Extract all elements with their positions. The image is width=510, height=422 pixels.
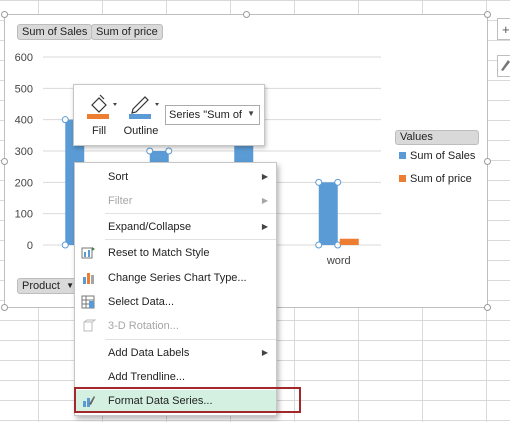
legend-label: Sum of price	[410, 173, 472, 185]
y-tick-label: 0	[27, 240, 33, 252]
menu-item-label: Expand/Collapse	[108, 221, 192, 233]
brush-icon	[501, 60, 510, 71]
submenu-arrow-icon: ▶	[261, 222, 268, 231]
menu-separator	[105, 239, 276, 240]
outline-label: Outline	[123, 125, 159, 137]
resize-handle-top[interactable]	[243, 11, 250, 18]
dropdown-arrow-icon: ▼	[66, 281, 74, 290]
dropdown-arrow-icon: ▼	[247, 109, 255, 118]
paint-bucket-icon	[87, 94, 117, 119]
select-data-icon	[81, 295, 95, 309]
highlight-box	[74, 387, 301, 413]
field-button-product[interactable]: Product ▼	[17, 278, 79, 294]
selection-handle	[61, 241, 69, 249]
legend-title: Values	[395, 130, 479, 145]
legend-swatch	[399, 175, 406, 182]
context-menu: Sort ▶ Filter ▶ Expand/Collapse ▶ Reset …	[74, 162, 277, 416]
menu-item-filter: Filter ▶	[76, 190, 276, 212]
x-tick-label: word	[326, 255, 351, 267]
resize-handle-left[interactable]	[1, 158, 8, 165]
selection-handle	[61, 116, 69, 124]
chart-type-icon	[83, 273, 94, 284]
y-tick-label: 200	[15, 177, 33, 189]
menu-item-sort[interactable]: Sort ▶	[76, 166, 276, 188]
menu-item-label: Filter	[108, 195, 133, 207]
outline-button[interactable]: Outline	[120, 89, 162, 141]
menu-item-add-trendline[interactable]: Add Trendline...	[76, 366, 276, 388]
selection-handle	[315, 241, 323, 249]
menu-item-label: Add Data Labels	[108, 347, 190, 359]
mini-toolbar: Fill Outline Series "Sum of ▼	[73, 84, 265, 146]
selection-handle	[334, 178, 342, 186]
menu-item-label: 3-D Rotation...	[108, 320, 179, 332]
submenu-arrow-icon: ▶	[261, 348, 268, 357]
menu-item-reset-to-match-style[interactable]: Reset to Match Style	[76, 242, 276, 264]
reset-style-icon	[81, 247, 95, 259]
menu-item-label: Add Trendline...	[108, 371, 186, 383]
series-select[interactable]: Series "Sum of ▼	[165, 105, 260, 125]
menu-item-add-data-labels[interactable]: Add Data Labels ▶	[76, 342, 276, 364]
legend-swatch	[399, 152, 406, 159]
resize-handle-top-left[interactable]	[1, 11, 8, 18]
pen-outline-icon	[129, 96, 159, 119]
menu-item-label: Sort	[108, 171, 129, 183]
legend-label: Sum of Sales	[410, 150, 476, 162]
rotation-3d-icon	[83, 319, 96, 332]
resize-handle-right[interactable]	[484, 158, 491, 165]
selection-handle	[315, 178, 323, 186]
fill-label: Fill	[91, 125, 107, 137]
bar-sum-of-price[interactable]	[339, 238, 359, 245]
y-tick-label: 600	[15, 52, 33, 64]
menu-separator	[105, 213, 276, 214]
menu-item-label: Select Data...	[108, 296, 175, 308]
series-select-value: Series "Sum of	[169, 109, 242, 121]
plus-icon: +	[502, 22, 510, 37]
selection-handle	[165, 147, 173, 155]
y-tick-label: 300	[15, 146, 33, 158]
field-button-product-label: Product	[22, 280, 60, 292]
menu-item-expand-collapse[interactable]: Expand/Collapse ▶	[76, 216, 276, 238]
bar-sum-of-sales[interactable]	[318, 182, 338, 245]
menu-item-label: Reset to Match Style	[108, 247, 210, 259]
y-tick-label: 400	[15, 115, 33, 127]
legend-item-price[interactable]: Sum of price	[399, 173, 472, 185]
legend-item-sales[interactable]: Sum of Sales	[399, 150, 475, 162]
resize-handle-bottom-right[interactable]	[484, 304, 491, 311]
y-tick-label: 100	[15, 209, 33, 221]
menu-separator	[105, 339, 276, 340]
selection-handle	[146, 147, 154, 155]
chart-elements-button[interactable]: +	[497, 18, 510, 40]
fill-button[interactable]: Fill	[78, 89, 120, 141]
menu-item-3d-rotation: 3-D Rotation...	[76, 315, 276, 337]
submenu-arrow-icon: ▶	[261, 172, 268, 181]
menu-item-change-series-chart-type[interactable]: Change Series Chart Type...	[76, 267, 276, 289]
y-tick-label: 500	[15, 83, 33, 95]
menu-item-label: Change Series Chart Type...	[108, 272, 247, 284]
submenu-arrow-icon: ▶	[261, 196, 268, 205]
resize-handle-top-right[interactable]	[484, 11, 491, 18]
menu-item-select-data[interactable]: Select Data...	[76, 291, 276, 313]
resize-handle-bottom-left[interactable]	[1, 304, 8, 311]
chart-styles-button[interactable]	[497, 55, 510, 77]
